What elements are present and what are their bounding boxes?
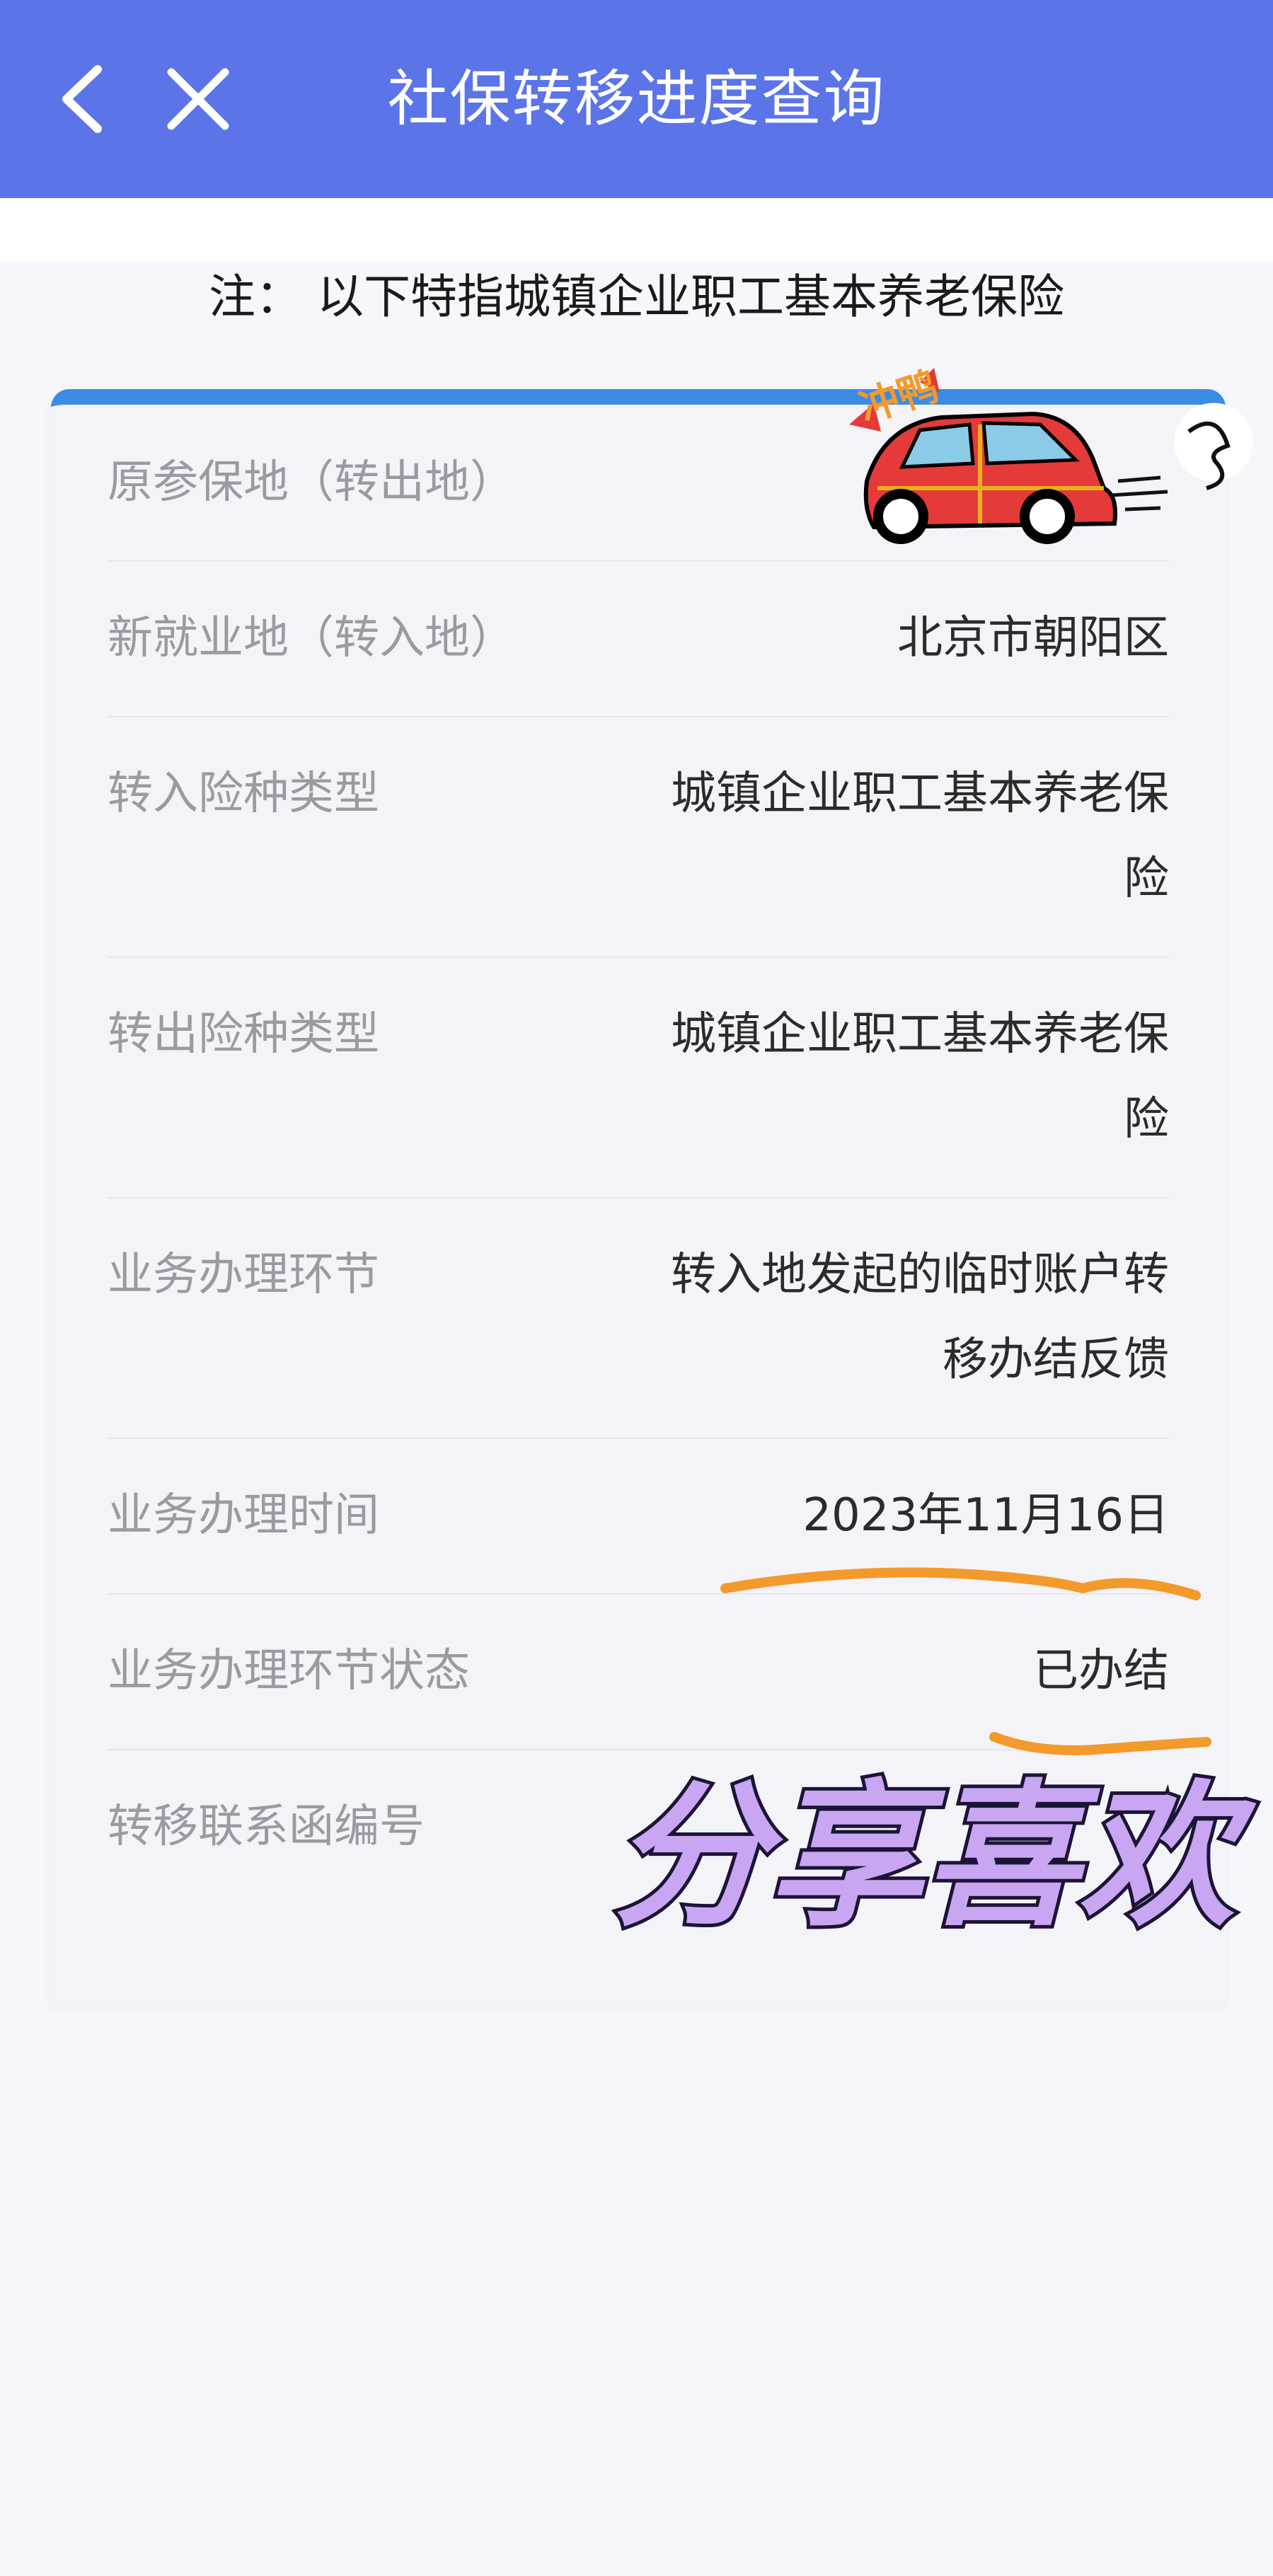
row-value: 城镇企业职工基本养老保险 — [671, 768, 1169, 905]
row-value: 转入地发起的临时账户转移办结反馈 — [671, 1249, 1169, 1386]
detail-row-business-time: 业务办理时间 2023年11月16日 — [108, 1438, 1169, 1595]
row-label: 原参保地（转出地） — [108, 456, 515, 509]
detail-row-origin: 原参保地（转出地） — [108, 405, 1169, 562]
row-label: 转移联系函编号 — [108, 1801, 425, 1853]
detail-row-in-insurance-type: 转入险种类型 城镇企业职工基本养老保险 — [108, 716, 1169, 958]
detail-row-step-status: 业务办理环节状态 已办结 — [108, 1593, 1169, 1750]
notice-text: 注： 以下特指城镇企业职工基本养老保险 — [209, 270, 1064, 324]
detail-row-out-insurance-type: 转出险种类型 城镇企业职工基本养老保险 — [108, 957, 1169, 1199]
page-title: 社保转移进度查询 — [387, 64, 886, 134]
row-value: 2023年11月16日 — [802, 1489, 1169, 1542]
row-value: 城镇企业职工基本养老保险 — [671, 1008, 1169, 1145]
transfer-detail-card: 原参保地（转出地） 新就业地（转入地） 北京市朝阳区 转入险种类型 城镇企业职工… — [51, 389, 1226, 2007]
detail-row-destination: 新就业地（转入地） 北京市朝阳区 — [108, 560, 1169, 717]
detail-row-transfer-letter-number: 转移联系函编号 — [108, 1749, 1169, 1989]
header-divider-strip — [0, 198, 1273, 262]
row-label: 转出险种类型 — [108, 1008, 379, 1061]
row-label: 转入险种类型 — [108, 768, 379, 820]
row-label: 业务办理环节 — [108, 1249, 379, 1301]
row-value: 已办结 — [1033, 1645, 1169, 1697]
row-label: 新就业地（转入地） — [108, 612, 515, 664]
row-label: 业务办理环节状态 — [108, 1645, 470, 1697]
row-value: 北京市朝阳区 — [897, 612, 1169, 664]
row-label: 业务办理时间 — [108, 1489, 379, 1542]
detail-row-business-step: 业务办理环节 转入地发起的临时账户转移办结反馈 — [108, 1197, 1169, 1439]
top-bar: 社保转移进度查询 — [0, 0, 1273, 198]
